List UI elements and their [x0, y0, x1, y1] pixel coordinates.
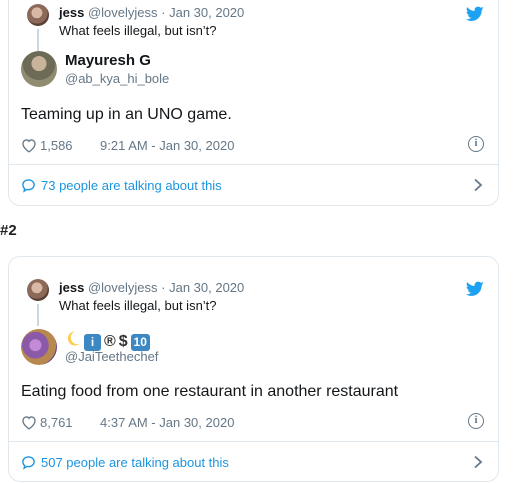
conversation-link[interactable]: 73 people are talking about this [21, 176, 484, 196]
author-name[interactable]: Mayuresh G [65, 52, 151, 69]
avatar[interactable] [21, 329, 57, 365]
author-handle[interactable]: @ab_kya_hi_bole [65, 71, 169, 86]
crescent-moon-icon [67, 331, 80, 346]
tweet-timestamp[interactable]: 9:21 AM - Jan 30, 2020 [100, 138, 234, 153]
separator: · [161, 280, 166, 295]
conversation-count[interactable]: 73 people are talking about this [41, 178, 222, 193]
tweet-meta: 1,586 9:21 AM - Jan 30, 2020 i [21, 136, 484, 156]
section-heading: #2 [0, 222, 17, 239]
chevron-right-icon[interactable] [472, 178, 484, 192]
tweet-card-2[interactable]: jess @lovelyjess · Jan 30, 2020 What fee… [8, 256, 499, 482]
twitter-bird-icon[interactable] [466, 281, 484, 297]
tweet-timestamp[interactable]: 4:37 AM - Jan 30, 2020 [100, 415, 234, 430]
tweet-author[interactable]: i ® $10 @JaiTeethechef [21, 329, 321, 373]
separator: · [161, 5, 166, 20]
divider [9, 164, 498, 165]
quoted-date[interactable]: Jan 30, 2020 [169, 5, 244, 20]
thread-line [37, 304, 39, 326]
info-icon[interactable]: i [468, 413, 484, 429]
tweet-text: Eating food from one restaurant in anoth… [21, 383, 399, 400]
tweet-meta: 8,761 4:37 AM - Jan 30, 2020 i [21, 413, 484, 433]
thread-line [37, 29, 39, 51]
avatar[interactable] [27, 4, 49, 26]
like-count[interactable]: 8,761 [40, 415, 73, 430]
twitter-bird-icon[interactable] [466, 6, 484, 22]
author-name[interactable]: i ® $10 [65, 330, 153, 351]
avatar[interactable] [27, 279, 49, 301]
info-icon[interactable]: i [468, 136, 484, 152]
quoted-tweet-text: What feels illegal, but isn’t? [59, 23, 217, 38]
quoted-author-name[interactable]: jess [59, 280, 84, 295]
avatar[interactable] [21, 51, 57, 87]
heart-icon[interactable] [21, 415, 37, 430]
tweet-text: Teaming up in an UNO game. [21, 106, 232, 123]
quoted-author-name[interactable]: jess [59, 5, 84, 20]
conversation-count[interactable]: 507 people are talking about this [41, 455, 229, 470]
divider [9, 441, 498, 442]
quoted-date[interactable]: Jan 30, 2020 [169, 280, 244, 295]
conversation-link[interactable]: 507 people are talking about this [21, 453, 484, 473]
quoted-tweet-text: What feels illegal, but isn’t? [59, 298, 217, 313]
author-handle[interactable]: @JaiTeethechef [65, 349, 158, 364]
like-count[interactable]: 1,586 [40, 138, 73, 153]
quoted-tweet-header: jess @lovelyjess · Jan 30, 2020 [59, 5, 244, 20]
chevron-right-icon[interactable] [472, 455, 484, 469]
tweet-author[interactable]: Mayuresh G @ab_kya_hi_bole [21, 51, 321, 95]
quoted-tweet[interactable]: jess @lovelyjess · Jan 30, 2020 What fee… [27, 279, 484, 326]
tweet-card-1[interactable]: jess @lovelyjess · Jan 30, 2020 What fee… [8, 0, 499, 206]
heart-icon[interactable] [21, 138, 37, 153]
quoted-author-handle[interactable]: @lovelyjess [88, 280, 158, 295]
quoted-tweet-header: jess @lovelyjess · Jan 30, 2020 [59, 280, 244, 295]
quoted-tweet[interactable]: jess @lovelyjess · Jan 30, 2020 What fee… [27, 4, 484, 51]
reply-bubble-icon [22, 456, 35, 470]
quoted-author-handle[interactable]: @lovelyjess [88, 5, 158, 20]
reply-bubble-icon [22, 179, 35, 193]
